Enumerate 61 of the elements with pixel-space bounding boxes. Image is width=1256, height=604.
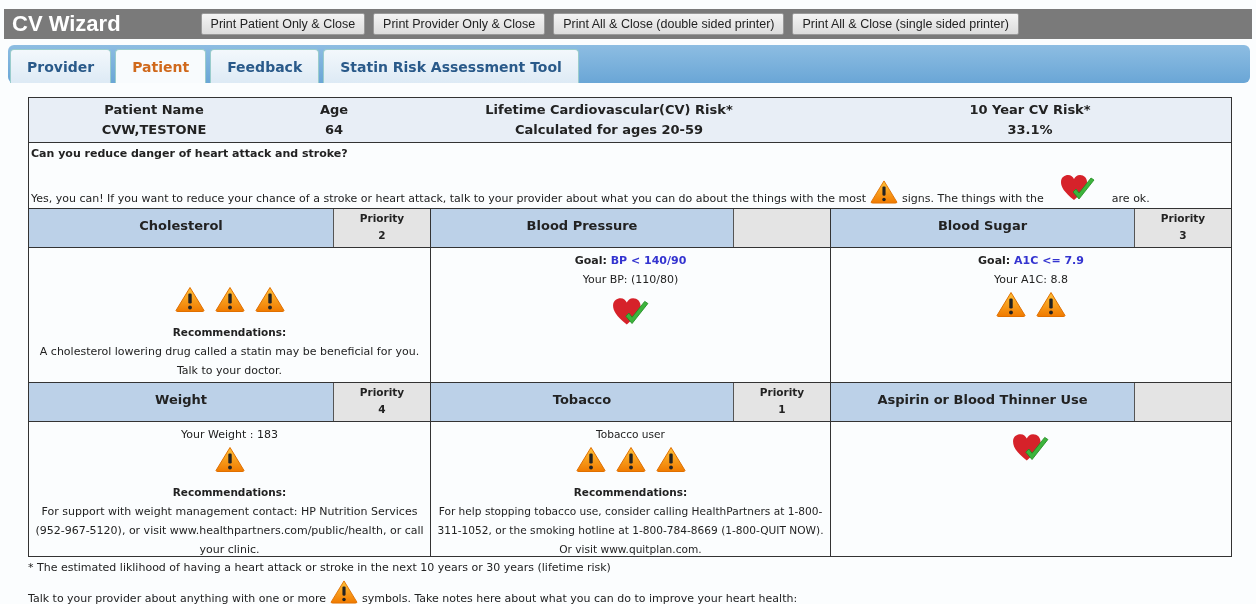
card-text: For support with weight management contact: HP Nutrition Services (952-967-5120), or visit www.healthpartners.com/public/health, or call your clinic. (34, 504, 425, 558)
card-text: Tobacco user (596, 427, 665, 442)
summary-heading: Lifetime Cardiovascular(CV) Risk* (485, 101, 733, 119)
priority-label: Priority (759, 385, 805, 400)
category-title: Cholesterol (29, 209, 333, 247)
priority-number: 3 (1179, 228, 1187, 243)
tab[interactable]: Patient (115, 49, 207, 83)
goal-text: Goal: A1C <= 7.9 (978, 253, 1084, 269)
category-title: Weight (29, 383, 333, 421)
warning-icon (1036, 291, 1066, 318)
warning-icon (996, 291, 1026, 318)
card-text: Your BP: (110/80) (582, 272, 679, 288)
recommendations-heading: Recommendations: (172, 325, 287, 340)
intro-text: Yes, you can! If you want to reduce your chance of a stroke or heart attack, talk to your provider about what you can do about the things with the most (31, 192, 866, 206)
warning-icon (575, 446, 606, 473)
card-text: Your Weight : 183 (181, 427, 278, 443)
priority-number: 2 (378, 228, 386, 243)
question-text: Can you reduce danger of heart attack and stroke? (31, 147, 349, 160)
summary-heading: Patient Name (104, 101, 204, 119)
card-text: Your A1C: 8.8 (994, 272, 1068, 288)
priority-label: Priority (1160, 211, 1206, 226)
recommendations-heading: Recommendations: (573, 485, 688, 500)
summary-value: 64 (324, 121, 344, 139)
category-title: Tobacco (431, 383, 733, 421)
print-button[interactable]: Print Patient Only & Close (200, 13, 366, 35)
warning-icon (174, 286, 205, 313)
summary-heading: Age (319, 101, 349, 119)
warning-icon (254, 286, 285, 313)
warning-icon (329, 580, 358, 604)
category-title: Aspirin or Blood Thinner Use (831, 383, 1134, 421)
app-title: CV Wizard (12, 11, 121, 37)
goal-text: Goal: BP < 140/90 (574, 253, 687, 269)
warning-icon (870, 180, 898, 204)
print-button[interactable]: Print Provider Only & Close (373, 13, 546, 35)
warning-icon (655, 446, 686, 473)
notes-text: Talk to your provider about anything with one or more (28, 592, 326, 604)
priority-label: Priority (359, 211, 405, 226)
priority-number: 1 (778, 402, 786, 417)
print-button[interactable]: Print All & Close (double sided printer) (553, 13, 785, 35)
category-title: Blood Pressure (431, 209, 733, 247)
notes-text: symbols. Take notes here about what you can do to improve your heart health: (361, 592, 798, 604)
intro-text: are ok. (1111, 192, 1150, 206)
summary-heading: 10 Year CV Risk* (969, 101, 1091, 119)
recommendations-heading: Recommendations: (172, 485, 287, 500)
category-title: Blood Sugar (831, 209, 1134, 247)
priority-label: Priority (359, 385, 405, 400)
footnote-text: * The estimated liklihood of having a heart attack or stroke in the next 10 years or 30 years (lifetime risk) (28, 561, 612, 574)
warning-icon (615, 446, 646, 473)
tab[interactable]: Provider (10, 49, 112, 83)
card-text: For help stopping tobacco use, consider calling HealthPartners at 1-800-311-1052, or the smoking hotline at 1-800-784-8669 (1-800-QUIT NOW). Or visit www.quitplan.com. (436, 504, 825, 557)
warning-icon (214, 286, 245, 313)
tab[interactable]: Statin Risk Assessment Tool (323, 49, 579, 83)
warning-icon (214, 446, 245, 473)
summary-value: 33.1% (1007, 121, 1053, 139)
summary-value: Calculated for ages 20-59 (514, 121, 704, 139)
card-text: A cholesterol lowering drug called a statin may be beneficial for you. Talk to your doctor. (38, 344, 421, 379)
tab[interactable]: Feedback (210, 49, 320, 83)
print-button[interactable]: Print All & Close (single sided printer) (792, 13, 1019, 35)
intro-text: signs. The things with the (902, 192, 1044, 206)
priority-number: 4 (378, 402, 386, 417)
summary-value: CVW,TESTONE (101, 121, 207, 139)
